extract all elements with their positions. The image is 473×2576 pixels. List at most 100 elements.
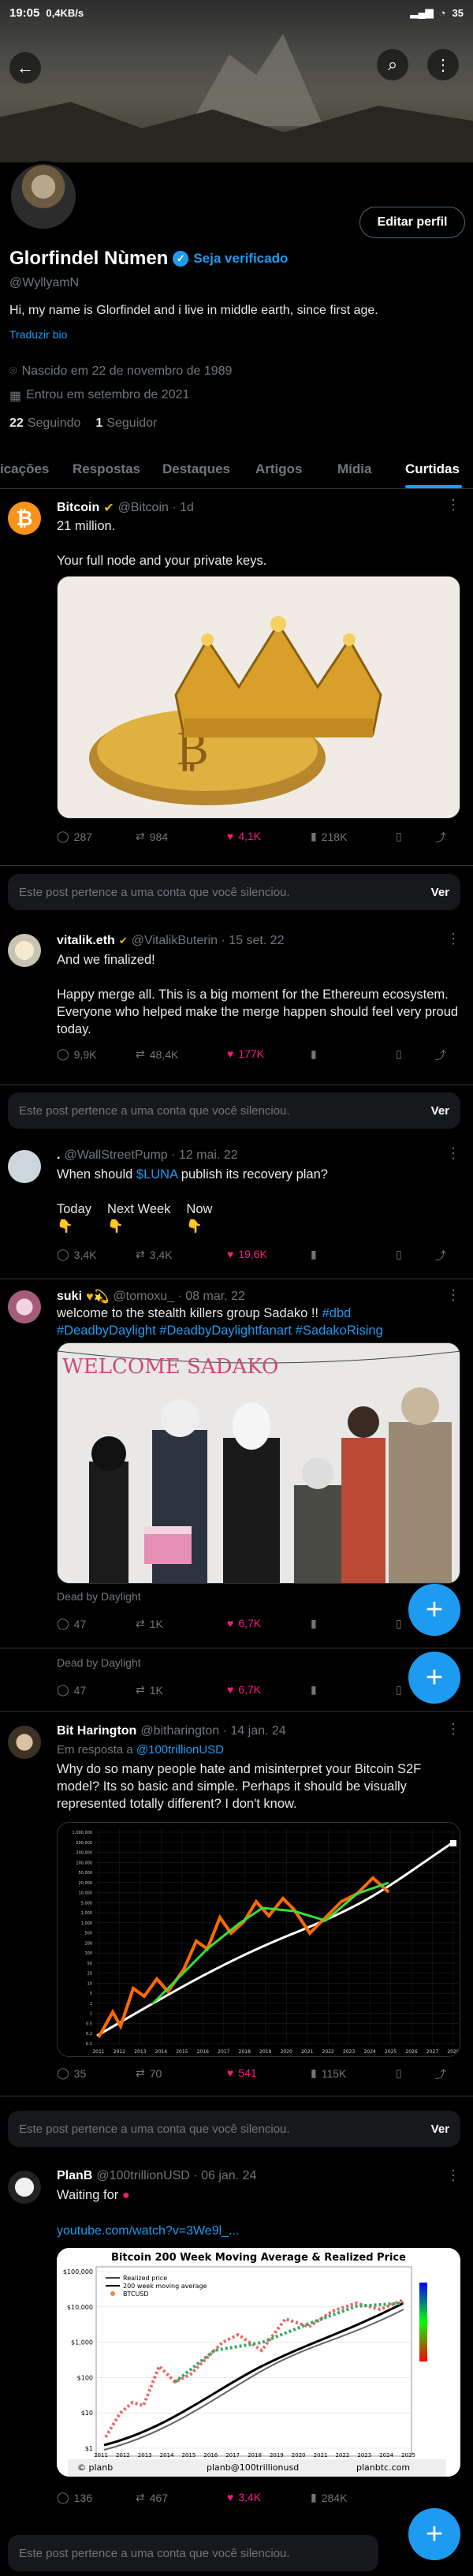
repost-button[interactable]: ⇄ 1K [136,1683,163,1697]
reply-button[interactable]: ◯ 47 [57,1683,86,1697]
share-icon[interactable]: ⤴ [435,1248,446,1264]
repost-button[interactable]: ⇄ 984 [136,830,168,843]
reply-to-link[interactable]: @100trillionUSD [136,1743,224,1757]
post-more-icon[interactable]: ⋮ [446,497,460,513]
cashtag-link[interactable]: $LUNA [136,1167,177,1182]
translate-bio-link[interactable]: Traduzir bio [9,328,67,341]
suki-avatar[interactable] [8,1290,41,1323]
post-more-icon[interactable]: ⋮ [446,931,460,947]
repost-button[interactable]: ⇄ 1K [136,1617,163,1630]
youtube-link[interactable]: youtube.com/watch?v=3We9l_... [57,2224,239,2238]
reply-button[interactable]: ◯ 287 [57,830,92,843]
repost-button[interactable]: ⇄ 70 [136,2066,162,2080]
followers-count[interactable]: 1 [95,416,102,431]
show-muted-button[interactable]: Ver [431,886,449,899]
reply-button[interactable]: ◯ 47 [57,1617,86,1630]
bitharington-avatar[interactable] [8,1726,41,1759]
profile-avatar[interactable] [8,161,79,232]
post-bit-harington[interactable]: Bit Harington @bitharington · 14 jan. 24… [0,1713,473,2096]
compose-plus-button[interactable]: + [408,1584,460,1636]
compose-plus-button[interactable]: + [408,2508,460,2560]
like-button[interactable]: ♥ 6,7K [227,1683,261,1696]
search-icon[interactable]: ⌕ [377,49,408,80]
tab-replies[interactable]: Respostas [73,450,140,489]
edit-profile-button[interactable]: Editar perfil [359,207,465,238]
post-author[interactable]: PlanB [57,2169,92,2183]
get-verified-link[interactable]: Seja verificado [193,251,288,267]
post-more-icon[interactable]: ⋮ [446,1145,460,1162]
reply-button[interactable]: ◯ 35 [57,2066,86,2080]
post-author[interactable]: vitalik.eth [57,934,115,948]
tab-likes[interactable]: Curtidas [405,450,460,489]
reply-button[interactable]: ◯ 9,9K [57,1047,96,1061]
share-icon[interactable]: ⤴ [435,2066,446,2082]
bookmark-icon[interactable]: ▯ [396,830,402,843]
post-image-crown-coin[interactable]: ₿ [57,576,460,819]
hashtag-link[interactable]: #dbd [322,1306,352,1320]
like-button[interactable]: ♥ 4,1K [227,830,261,842]
tab-posts[interactable]: icações [0,450,49,489]
views-button[interactable]: ▮ 284K [311,2491,347,2504]
post-more-icon[interactable]: ⋮ [446,1287,460,1304]
post-more-icon[interactable]: ⋮ [446,1721,460,1738]
bitcoin-avatar[interactable]: ₿ [8,502,41,535]
back-arrow-icon[interactable]: ← [9,52,41,84]
post-author[interactable]: suki [57,1290,82,1304]
reply-button[interactable]: ◯ 3,4K [57,1248,96,1261]
hashtag-link[interactable]: #DeadbyDaylight [57,1323,156,1338]
like-button[interactable]: ♥ 19,6K [227,1248,267,1260]
post-more-icon[interactable]: ⋮ [446,2167,460,2184]
planb-avatar[interactable] [8,2171,41,2204]
bookmark-icon[interactable]: ▯ [396,1248,402,1261]
post-actions: ◯47 ⇄1K ♥6,7K ▮ ▯ ⤴ [57,1683,459,1702]
post-author[interactable]: . [57,1148,60,1163]
views-icon[interactable]: ▮ [311,1683,317,1697]
bookmark-icon[interactable]: ▯ [396,1047,402,1061]
hashtag-link[interactable]: #SadakoRising [296,1323,383,1338]
tab-articles[interactable]: Artigos [255,450,303,489]
post-wallstreetpump[interactable]: . @WallStreetPump · 12 mai. 22 ⋮ When sh… [0,1137,473,1279]
post-fragment-duplicate[interactable]: Dead by Daylight ◯47 ⇄1K ♥6,7K ▮ ▯ ⤴ [0,1648,473,1712]
compose-plus-button[interactable]: + [408,1652,460,1704]
vitalik-avatar[interactable] [8,934,41,967]
reply-button[interactable]: ◯ 136 [57,2491,92,2504]
tab-highlights[interactable]: Destaques [162,450,230,489]
more-options-icon[interactable]: ⋮ [427,49,459,80]
like-button[interactable]: ♥ 177K [227,1047,264,1060]
following-count[interactable]: 22 [9,416,24,431]
post-image-s2f-chart[interactable]: 1,000,000 500,000 200,000 100,000 50,000 20,0… [57,1822,460,2057]
x-tick-label: 2012 [116,2452,130,2458]
post-planb[interactable]: PlanB @100trillionUSD · 06 jan. 24 ⋮ Wai… [0,2160,473,2530]
like-button[interactable]: ♥ 6,7K [227,1617,261,1630]
following-label[interactable]: Seguindo [28,416,81,431]
bookmark-icon[interactable]: ▯ [396,1683,402,1697]
repost-button[interactable]: ⇄ 48,4K [136,1047,178,1061]
post-author[interactable]: Bitcoin [57,501,99,515]
hashtag-link[interactable]: #DeadbyDaylightfanart [159,1323,292,1338]
like-button[interactable]: ♥ 3,4K [227,2491,261,2503]
post-image-sadako-art[interactable]: WELCOME SADAKO [57,1342,460,1584]
post-image-planb-chart[interactable]: Bitcoin 200 Week Moving Average & Realiz… [57,2248,460,2477]
bookmark-icon[interactable]: ▯ [396,2066,402,2080]
x-tick-label: 2024 [379,2452,393,2458]
views-icon[interactable]: ▮ [311,1617,317,1630]
views-button[interactable]: ▮ 115K [311,2066,346,2080]
followers-label[interactable]: Seguidor [106,416,157,431]
post-vitalik[interactable]: vitalik.eth ✔ @VitalikButerin · 15 set. … [0,923,473,1085]
views-icon[interactable]: ▮ [311,1047,317,1061]
post-suki[interactable]: suki ♥💫 @tomoxu_ · 08 mar. 22 ⋮ welcome … [0,1279,473,1648]
repost-button[interactable]: ⇄ 3,4K [136,1248,173,1261]
show-muted-button[interactable]: Ver [431,2122,449,2136]
share-icon[interactable]: ⤴ [435,1047,446,1063]
repost-button[interactable]: ⇄ 467 [136,2491,168,2504]
views-icon[interactable]: ▮ [311,1248,317,1261]
bookmark-icon[interactable]: ▯ [396,1617,402,1630]
default-avatar[interactable] [8,1150,41,1183]
post-author[interactable]: Bit Harington [57,1724,136,1738]
share-icon[interactable]: ⤴ [435,830,446,846]
show-muted-button[interactable]: Ver [431,1104,449,1118]
tab-media[interactable]: Mídia [337,450,371,489]
views-button[interactable]: ▮ 218K [311,830,347,843]
like-button[interactable]: ♥ 541 [227,2066,257,2079]
post-bitcoin[interactable]: ₿ Bitcoin ✔ @Bitcoin · 1d ⋮ 21 million. … [0,489,473,866]
